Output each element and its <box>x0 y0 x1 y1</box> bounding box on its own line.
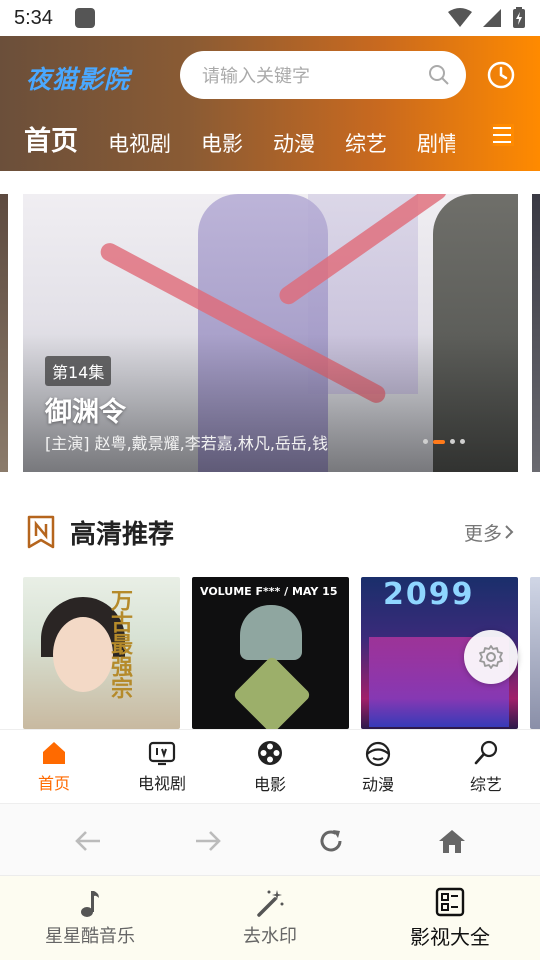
status-time: 5:34 <box>14 6 53 29</box>
arrow-left-icon <box>75 831 100 851</box>
tab-home[interactable]: 首页 <box>24 119 78 158</box>
arrow-right-icon <box>196 831 221 851</box>
poster-card-peek[interactable] <box>530 577 540 729</box>
poster-row: 万古最强宗 VOLUME F*** / MAY 15 2099 <box>23 577 540 729</box>
poster-art <box>232 655 312 729</box>
carousel-dot <box>460 439 465 444</box>
episode-badge: 第14集 <box>45 356 112 386</box>
host-tab-label: 星星酷音乐 <box>45 926 135 947</box>
poster-header-text: VOLUME F*** / MAY 15 <box>200 585 338 598</box>
tv-icon <box>148 741 176 765</box>
poster-card[interactable]: VOLUME F*** / MAY 15 <box>192 577 349 729</box>
battery-icon <box>513 7 525 28</box>
grid-list-icon <box>435 887 465 916</box>
app-nav-label: 首页 <box>37 773 70 793</box>
banner-next-peek[interactable] <box>532 194 540 472</box>
history-clock-icon[interactable] <box>486 60 516 90</box>
carousel-dot <box>450 439 455 444</box>
hd-badge-icon <box>27 515 55 549</box>
poster-art <box>240 605 302 660</box>
film-reel-icon <box>258 740 282 765</box>
status-bar: 5:34 <box>0 0 540 36</box>
app-nav-anime[interactable]: 动漫 <box>324 730 432 803</box>
app-nav-variety[interactable]: 综艺 <box>432 730 540 803</box>
host-tab-watermark[interactable]: 去水印 <box>180 876 360 960</box>
magic-wand-icon <box>257 890 284 917</box>
app-logo: 夜猫影院 <box>26 65 131 94</box>
status-icons <box>448 7 526 29</box>
browser-toolbar <box>0 803 540 875</box>
tab-tv-series[interactable]: 电视剧 <box>108 128 171 158</box>
app-nav-label: 动漫 <box>361 774 394 794</box>
app-header: 夜猫影院 请输入关键字 首页 电视剧 电影 动漫 综艺 剧情 <box>0 36 540 171</box>
wifi-icon <box>448 8 472 27</box>
banner-cast: [主演] 赵粤,戴景耀,李若嘉,林凡,岳岳,钱 <box>45 434 329 453</box>
refresh-button[interactable] <box>316 826 346 856</box>
music-note-icon <box>81 891 99 917</box>
banner-carousel[interactable]: 第14集 御渊令 [主演] 赵粤,戴景耀,李若嘉,林凡,岳岳,钱 <box>0 194 540 472</box>
more-link[interactable]: 更多 <box>464 519 516 546</box>
microphone-icon <box>474 740 498 764</box>
tab-variety[interactable]: 综艺 <box>345 128 387 158</box>
chevron-right-icon <box>505 525 514 539</box>
search-icon[interactable] <box>428 64 450 86</box>
app-nav-movies[interactable]: 电影 <box>216 730 324 803</box>
notification-app-icon <box>74 8 95 28</box>
host-tab-label: 去水印 <box>243 926 297 947</box>
banner-prev-peek[interactable] <box>0 194 8 472</box>
app-nav-tv[interactable]: 电视剧 <box>108 730 216 803</box>
host-tab-video-library[interactable]: 影视大全 <box>360 876 540 960</box>
search-input[interactable]: 请输入关键字 <box>180 51 466 99</box>
poster-art-title: 万古最强宗 <box>107 589 132 699</box>
floating-settings-button[interactable] <box>464 630 518 684</box>
poster-art-title: 2099 <box>383 577 475 612</box>
banner-title: 御渊令 <box>45 397 126 428</box>
home-icon <box>439 830 465 853</box>
poster-card[interactable]: 万古最强宗 <box>23 577 180 729</box>
tab-drama[interactable]: 剧情 <box>417 128 455 158</box>
signal-icon <box>483 9 501 27</box>
banner-slide[interactable]: 第14集 御渊令 [主演] 赵粤,戴景耀,李若嘉,林凡,岳岳,钱 <box>23 194 518 472</box>
tab-anime[interactable]: 动漫 <box>273 128 315 158</box>
tab-movies[interactable]: 电影 <box>201 128 243 158</box>
carousel-dot-active <box>433 439 445 444</box>
forward-button[interactable] <box>193 826 223 856</box>
carousel-dot <box>423 439 428 444</box>
search-placeholder: 请输入关键字 <box>202 66 310 87</box>
refresh-icon <box>320 830 342 852</box>
gear-icon <box>479 645 503 669</box>
anime-icon <box>365 741 391 766</box>
section-header: 高清推荐 更多 <box>26 510 516 554</box>
app-bottom-nav: 首页 电视剧 电影 动漫 综艺 <box>0 729 540 803</box>
home-icon <box>43 741 65 764</box>
host-tab-music[interactable]: 星星酷音乐 <box>0 876 180 960</box>
app-nav-label: 电影 <box>253 774 286 794</box>
back-button[interactable] <box>73 826 103 856</box>
app-nav-home[interactable]: 首页 <box>0 730 108 803</box>
app-nav-label: 综艺 <box>469 774 502 794</box>
home-button[interactable] <box>437 826 467 856</box>
section-title: 高清推荐 <box>70 519 175 550</box>
category-tabs: 首页 电视剧 电影 动漫 综艺 剧情 <box>24 114 455 158</box>
app-nav-label: 电视剧 <box>137 773 186 793</box>
more-label: 更多 <box>463 522 502 545</box>
carousel-indicator <box>423 439 465 444</box>
host-bottom-tabs: 星星酷音乐 去水印 影视大全 <box>0 875 540 960</box>
menu-icon[interactable] <box>490 124 514 146</box>
host-tab-label: 影视大全 <box>410 924 490 949</box>
